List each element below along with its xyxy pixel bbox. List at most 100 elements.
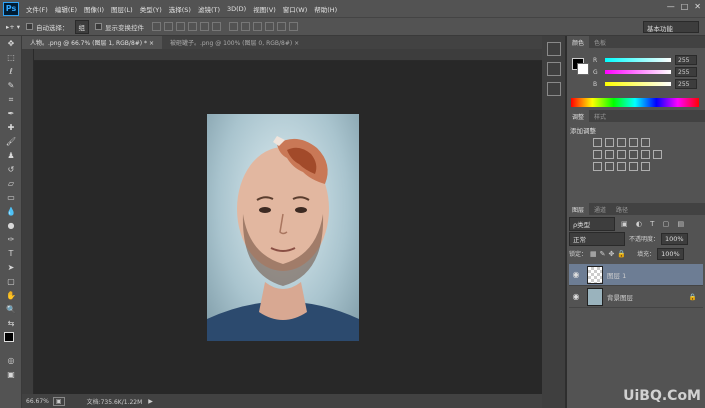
eraser-tool-icon[interactable]: ▱ <box>3 177 19 190</box>
threshold-icon[interactable] <box>617 162 626 171</box>
lock-icons[interactable]: ▦✎✥🔒 <box>590 250 629 258</box>
menu-3d[interactable]: 3D(D) <box>227 5 246 13</box>
tab-person[interactable]: 人物。.png @ 66.7% (图层 1, RGB/8#) * × <box>22 36 162 49</box>
brightness-icon[interactable] <box>593 138 602 147</box>
auto-select-checkbox[interactable] <box>26 23 34 30</box>
align-vcenter-icon[interactable] <box>164 22 174 31</box>
layer-name[interactable]: 图层 1 <box>607 270 626 280</box>
filter-icons[interactable]: ▣ ◐ T ▢ ▤ <box>621 220 687 228</box>
eyedropper-tool-icon[interactable]: ✒ <box>3 107 19 120</box>
vibrance-icon[interactable] <box>641 138 650 147</box>
brush-tool-icon[interactable]: 🖌 <box>3 135 19 148</box>
align-left-icon[interactable] <box>188 22 198 31</box>
document-image[interactable] <box>207 114 359 341</box>
actions-icon[interactable] <box>547 82 561 96</box>
menu-select[interactable]: 选择(S) <box>169 4 191 14</box>
balance-icon[interactable] <box>605 150 614 159</box>
menu-view[interactable]: 视图(V) <box>253 4 276 14</box>
align-hcenter-icon[interactable] <box>200 22 210 31</box>
close-button[interactable]: ✕ <box>694 2 701 11</box>
fill-input[interactable]: 100% <box>657 247 684 260</box>
pen-tool-icon[interactable]: ✑ <box>3 233 19 246</box>
menu-filter[interactable]: 滤镜(T) <box>198 4 220 14</box>
tab-paths[interactable]: 路径 <box>611 203 633 215</box>
menu-image[interactable]: 图像(I) <box>84 4 104 14</box>
tab-adjustments[interactable]: 调整 <box>567 110 590 122</box>
tab-channels[interactable]: 通道 <box>589 203 611 215</box>
screen-mode-icon[interactable]: ▣ <box>3 368 19 381</box>
stamp-tool-icon[interactable]: ♟ <box>3 149 19 162</box>
selective-color-icon[interactable] <box>641 162 650 171</box>
gradient-tool-icon[interactable]: ▭ <box>3 191 19 204</box>
lookup-icon[interactable] <box>653 150 662 159</box>
swap-colors-icon[interactable]: ⇆ <box>3 317 19 330</box>
marquee-tool-icon[interactable]: ⬚ <box>3 51 19 64</box>
move-tool-icon[interactable]: ▸+ ▾ <box>6 23 20 31</box>
photo-filter-icon[interactable] <box>629 150 638 159</box>
posterize-icon[interactable] <box>605 162 614 171</box>
tab-broken-jar[interactable]: 被砸罐子。.png @ 100% (图层 0, RGB/8#) × <box>162 36 307 49</box>
hand-tool-icon[interactable]: ✋ <box>3 289 19 302</box>
blue-value[interactable]: 255 <box>675 79 697 89</box>
color-swatches[interactable] <box>3 332 18 352</box>
crop-tool-icon[interactable]: ⌗ <box>3 93 19 106</box>
distribute-hcenter-icon[interactable] <box>277 22 287 31</box>
distribute-left-icon[interactable] <box>265 22 275 31</box>
history-icon[interactable] <box>547 42 561 56</box>
path-select-tool-icon[interactable]: ➤ <box>3 261 19 274</box>
status-arrow-icon[interactable]: ▣ <box>52 396 65 406</box>
move-tool-icon[interactable]: ✥ <box>3 37 19 50</box>
properties-icon[interactable] <box>547 62 561 76</box>
green-value[interactable]: 255 <box>675 67 697 77</box>
green-slider[interactable]: G 255 <box>567 66 705 78</box>
auto-select-dropdown[interactable]: 组 <box>74 19 90 34</box>
levels-icon[interactable] <box>605 138 614 147</box>
quick-mask-icon[interactable]: ◎ <box>3 354 19 367</box>
foreground-color-swatch[interactable] <box>4 332 14 342</box>
align-bottom-icon[interactable] <box>176 22 186 31</box>
zoom-level[interactable]: 66.67% <box>26 398 49 405</box>
blend-mode-dropdown[interactable]: 正常 <box>569 231 625 246</box>
healing-tool-icon[interactable]: ✚ <box>3 121 19 134</box>
menu-file[interactable]: 文件(F) <box>26 4 48 14</box>
bw-icon[interactable] <box>617 150 626 159</box>
menu-help[interactable]: 帮助(H) <box>314 4 337 14</box>
quick-select-tool-icon[interactable]: ✎ <box>3 79 19 92</box>
invert-icon[interactable] <box>593 162 602 171</box>
tab-swatches[interactable]: 色板 <box>589 36 611 48</box>
hue-icon[interactable] <box>593 150 602 159</box>
lasso-tool-icon[interactable]: ℓ <box>3 65 19 78</box>
gradient-map-icon[interactable] <box>629 162 638 171</box>
type-tool-icon[interactable]: T <box>3 247 19 260</box>
align-right-icon[interactable] <box>212 22 222 31</box>
layer-row-1[interactable]: ◉ 图层 1 <box>569 264 703 286</box>
menu-type[interactable]: 类型(Y) <box>140 4 162 14</box>
status-menu-icon[interactable]: ▶ <box>148 398 153 405</box>
blur-tool-icon[interactable]: 💧 <box>3 205 19 218</box>
visibility-eye-icon[interactable]: ◉ <box>569 270 583 279</box>
shape-tool-icon[interactable]: ▢ <box>3 275 19 288</box>
color-spectrum[interactable] <box>571 98 699 107</box>
show-transform-checkbox[interactable] <box>95 23 103 30</box>
red-slider[interactable]: R 255 <box>567 54 705 66</box>
history-brush-icon[interactable]: ↺ <box>3 163 19 176</box>
tab-color[interactable]: 颜色 <box>567 36 590 48</box>
align-top-icon[interactable] <box>152 22 162 31</box>
red-value[interactable]: 255 <box>675 55 697 65</box>
layer-name[interactable]: 背景图层 <box>607 292 633 302</box>
distribute-bottom-icon[interactable] <box>253 22 263 31</box>
mixer-icon[interactable] <box>641 150 650 159</box>
zoom-tool-icon[interactable]: 🔍 <box>3 303 19 316</box>
tab-styles[interactable]: 样式 <box>589 110 611 122</box>
menu-edit[interactable]: 编辑(E) <box>55 4 77 14</box>
distribute-top-icon[interactable] <box>229 22 239 31</box>
dodge-tool-icon[interactable]: ● <box>3 219 19 232</box>
minimize-button[interactable]: — <box>667 2 675 11</box>
curves-icon[interactable] <box>617 138 626 147</box>
opacity-input[interactable]: 100% <box>661 232 688 245</box>
distribute-vcenter-icon[interactable] <box>241 22 251 31</box>
menu-window[interactable]: 窗口(W) <box>283 4 308 14</box>
menu-layer[interactable]: 图层(L) <box>111 4 133 14</box>
layer-kind-filter[interactable]: ρ类型 <box>569 216 615 231</box>
layer-row-2[interactable]: ◉ 背景图层 🔒 <box>569 286 703 308</box>
